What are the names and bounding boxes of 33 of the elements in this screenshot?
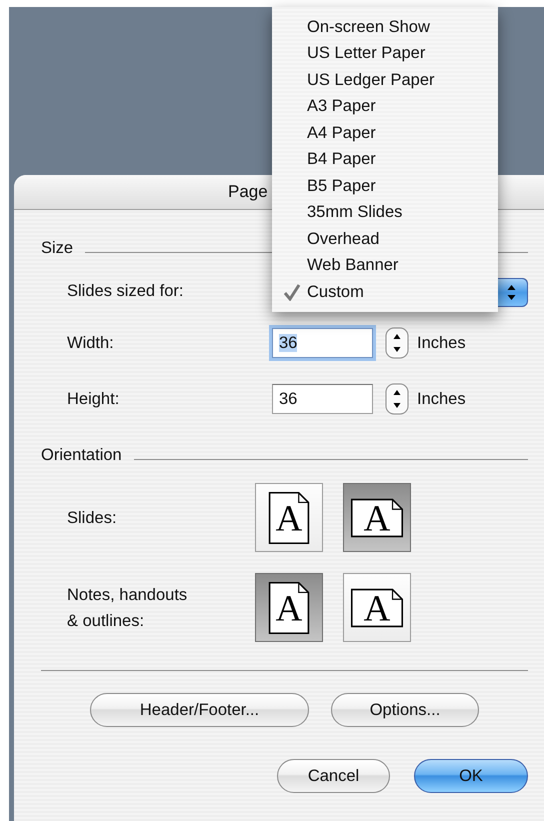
menu-item[interactable]: 35mm Slides	[272, 200, 498, 226]
ok-button[interactable]: OK	[414, 759, 528, 793]
menu-item[interactable]: A3 Paper	[272, 94, 498, 120]
landscape-orientation-button[interactable]: A	[343, 483, 411, 552]
section-heading: Size	[41, 238, 74, 258]
section-heading: Orientation	[41, 446, 122, 464]
menu-item[interactable]: Custom	[272, 279, 498, 306]
header-footer-button[interactable]: Header/Footer...	[90, 693, 309, 727]
menu-item[interactable]: B4 Paper	[272, 146, 498, 173]
number-field[interactable]: 36	[272, 384, 373, 414]
portrait-orientation-button[interactable]: A	[255, 573, 323, 642]
menu-item[interactable]: B5 Paper	[272, 173, 498, 200]
menu-item[interactable]: A4 Paper	[272, 120, 498, 146]
stepper-button[interactable]	[385, 327, 409, 359]
options-button[interactable]: Options...	[331, 693, 479, 727]
menu-item[interactable]: Web Banner	[272, 252, 498, 279]
menu-item[interactable]: Overhead	[272, 226, 498, 252]
field-label: Width:	[67, 334, 115, 352]
field-label: Height:	[67, 390, 120, 408]
number-field[interactable]: 36	[272, 328, 373, 358]
menu-item[interactable]: On-screen Show	[272, 14, 498, 40]
menu-item[interactable]: US Letter Paper	[272, 40, 498, 67]
field-label: Slides:	[67, 508, 118, 528]
window-title: Page	[228, 182, 268, 202]
field-label: Notes, handouts & outlines:	[67, 584, 188, 632]
portrait-orientation-button[interactable]: A	[255, 483, 323, 552]
unit-label: Inches	[417, 334, 466, 352]
stepper-button[interactable]	[385, 383, 409, 415]
menu-item[interactable]: US Ledger Paper	[272, 67, 498, 94]
landscape-orientation-button[interactable]: A	[343, 573, 411, 642]
unit-label: Inches	[417, 390, 466, 408]
field-label: Slides sized for:	[67, 282, 184, 301]
cancel-button[interactable]: Cancel	[277, 759, 390, 793]
